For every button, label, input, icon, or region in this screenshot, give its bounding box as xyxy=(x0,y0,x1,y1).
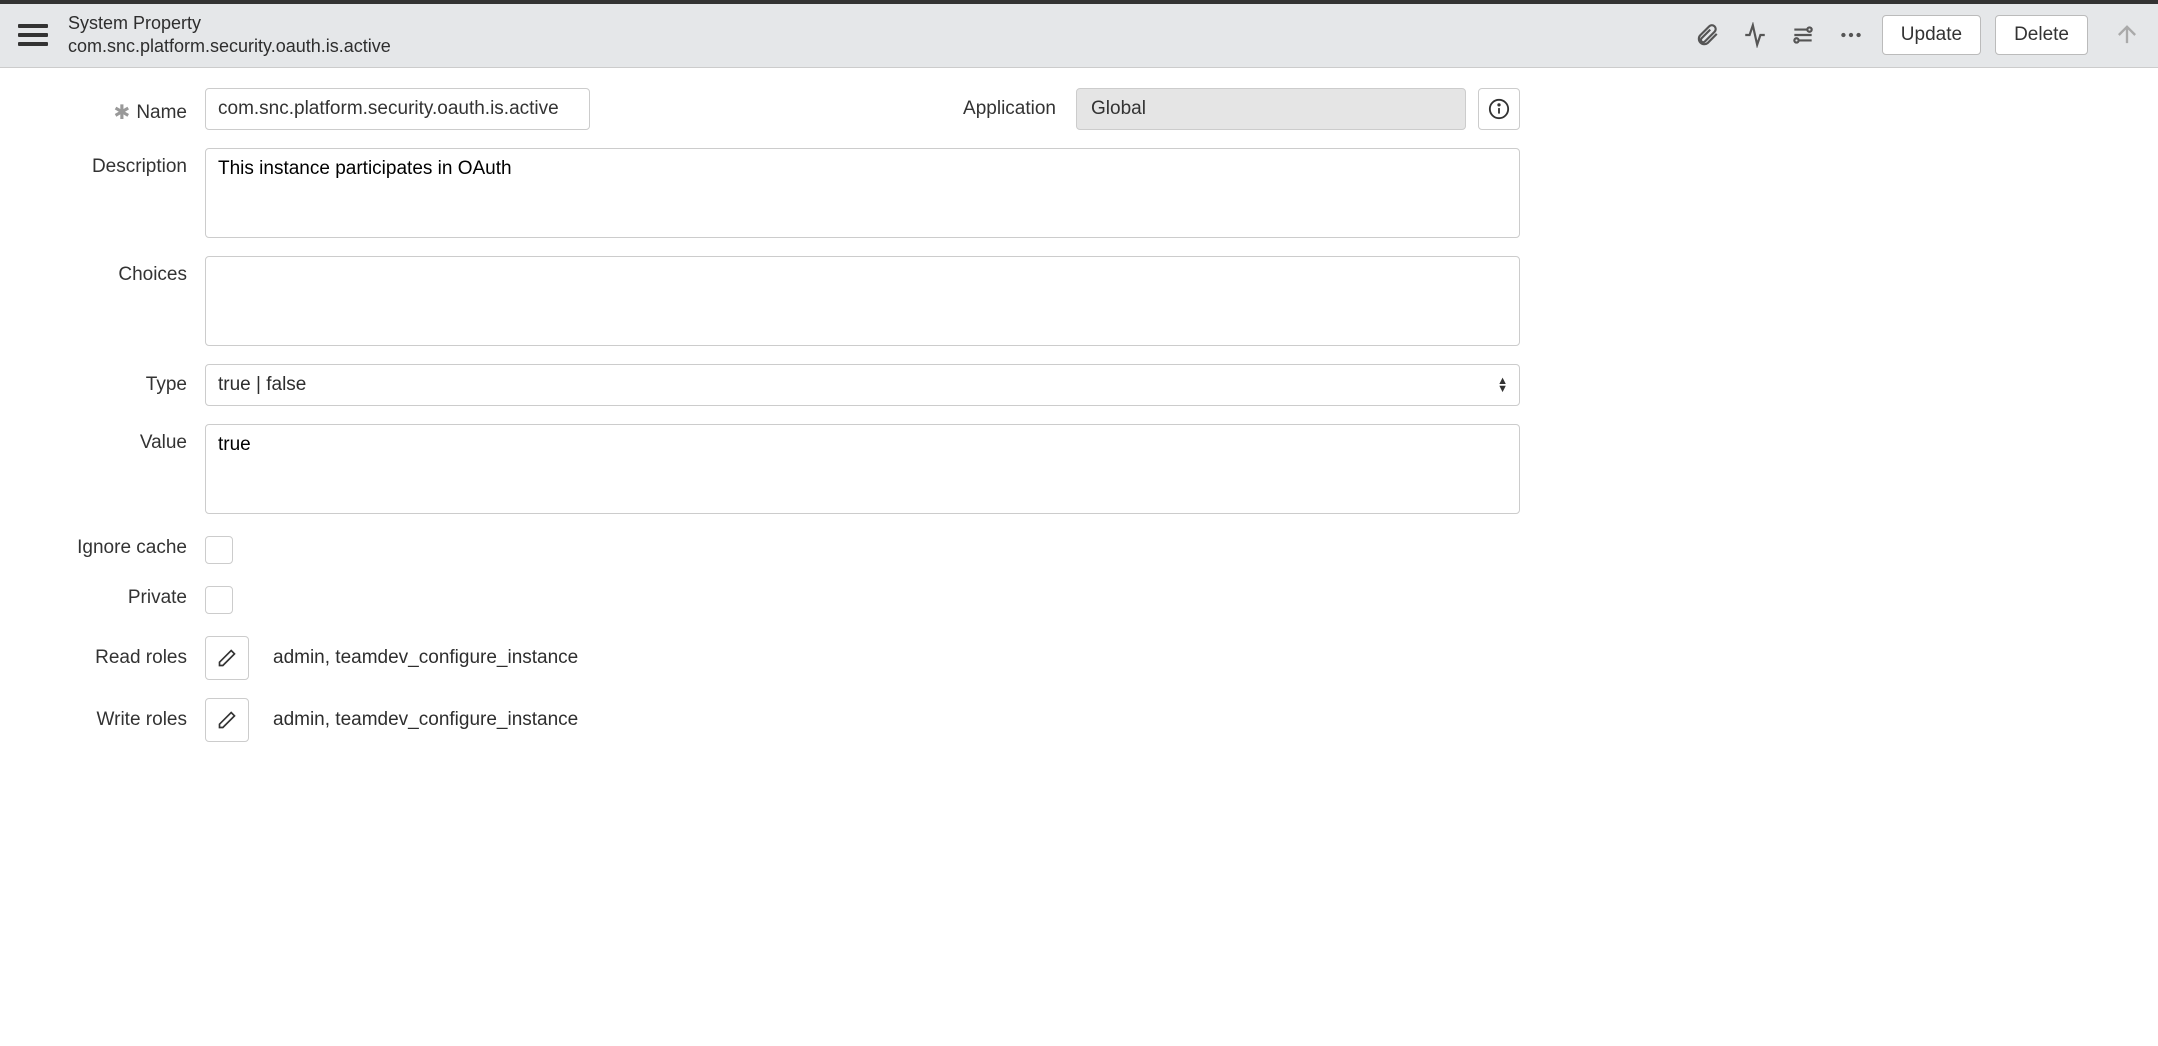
activity-icon[interactable] xyxy=(1738,18,1772,52)
back-to-top-icon[interactable] xyxy=(2110,18,2144,52)
application-value: Global xyxy=(1076,88,1466,130)
value-input[interactable] xyxy=(205,424,1520,514)
title-block: System Property com.snc.platform.securit… xyxy=(68,12,391,59)
settings-icon[interactable] xyxy=(1786,18,1820,52)
description-input[interactable] xyxy=(205,148,1520,238)
description-label: Description xyxy=(20,148,205,178)
type-select[interactable]: true | false xyxy=(205,364,1520,406)
application-label: Application xyxy=(963,98,1064,120)
menu-icon[interactable] xyxy=(14,20,52,50)
required-indicator-icon: ✱ xyxy=(114,100,131,125)
read-roles-edit-button[interactable] xyxy=(205,636,249,680)
form-body: ✱ Name Application Global Description Ch… xyxy=(0,68,1560,780)
delete-button[interactable]: Delete xyxy=(1995,15,2088,55)
value-label: Value xyxy=(20,424,205,454)
private-checkbox[interactable] xyxy=(205,586,233,614)
private-label: Private xyxy=(20,587,205,609)
choices-input[interactable] xyxy=(205,256,1520,346)
more-icon[interactable] xyxy=(1834,18,1868,52)
read-roles-label: Read roles xyxy=(20,647,205,669)
ignore-cache-checkbox[interactable] xyxy=(205,536,233,564)
choices-label: Choices xyxy=(20,256,205,286)
name-label: ✱ Name xyxy=(20,92,205,125)
write-roles-edit-button[interactable] xyxy=(205,698,249,742)
update-button[interactable]: Update xyxy=(1882,15,1981,55)
record-type-label: System Property xyxy=(68,12,391,35)
ignore-cache-label: Ignore cache xyxy=(20,537,205,559)
write-roles-label: Write roles xyxy=(20,709,205,731)
attachment-icon[interactable] xyxy=(1690,18,1724,52)
type-label: Type xyxy=(20,374,205,396)
write-roles-value: admin, teamdev_configure_instance xyxy=(249,709,578,731)
form-header: System Property com.snc.platform.securit… xyxy=(0,0,2158,68)
record-name-label: com.snc.platform.security.oauth.is.activ… xyxy=(68,35,391,58)
read-roles-value: admin, teamdev_configure_instance xyxy=(249,647,578,669)
application-info-button[interactable] xyxy=(1478,88,1520,130)
name-input[interactable] xyxy=(205,88,590,130)
